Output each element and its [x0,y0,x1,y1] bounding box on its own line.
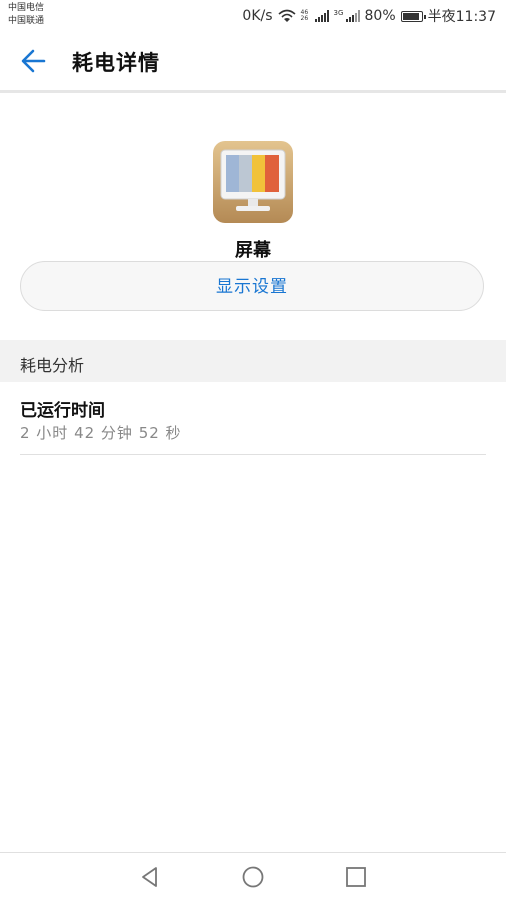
monitor-icon [213,141,293,223]
carrier-2: 中国联通 [8,16,45,26]
runtime-value: 2 小时 42 分钟 52 秒 [20,424,182,442]
status-indicators: 0K/s 46 26 3G 80% 半夜11:37 [242,6,496,26]
section-header: 耗电分析 [0,340,506,382]
runtime-label: 已运行时间 [20,401,105,421]
display-settings-button[interactable]: 显示设置 [20,261,484,311]
app-name: 屏幕 [235,240,271,261]
signal-2-label: 3G [333,9,344,17]
clock: 半夜11:37 [427,9,496,25]
carrier-1: 中国电信 [8,3,45,13]
page-title: 耗电详情 [72,51,160,75]
battery-icon [400,10,426,22]
signal-icon-1: 46 26 [301,10,329,22]
status-bar: 中国电信 中国联通 0K/s 46 26 3G 80% 半夜11:37 [0,0,506,32]
navigation-bar [0,852,506,901]
signal-icon-2: 3G [334,10,360,22]
signal-1-label: 46 26 [300,9,309,22]
section-title: 耗电分析 [20,356,85,375]
triangle-back-icon[interactable] [136,863,164,891]
circle-home-icon[interactable] [239,863,267,891]
square-recents-icon[interactable] [342,863,370,891]
title-bar: 耗电详情 [0,32,506,93]
carrier-info: 中国电信 中国联通 [8,2,44,28]
back-arrow-icon[interactable] [18,46,52,76]
list-item-runtime: 已运行时间 2 小时 42 分钟 52 秒 [20,382,486,455]
battery-percent: 80% [364,8,396,24]
net-speed: 0K/s [242,8,273,24]
wifi-icon [277,9,296,22]
